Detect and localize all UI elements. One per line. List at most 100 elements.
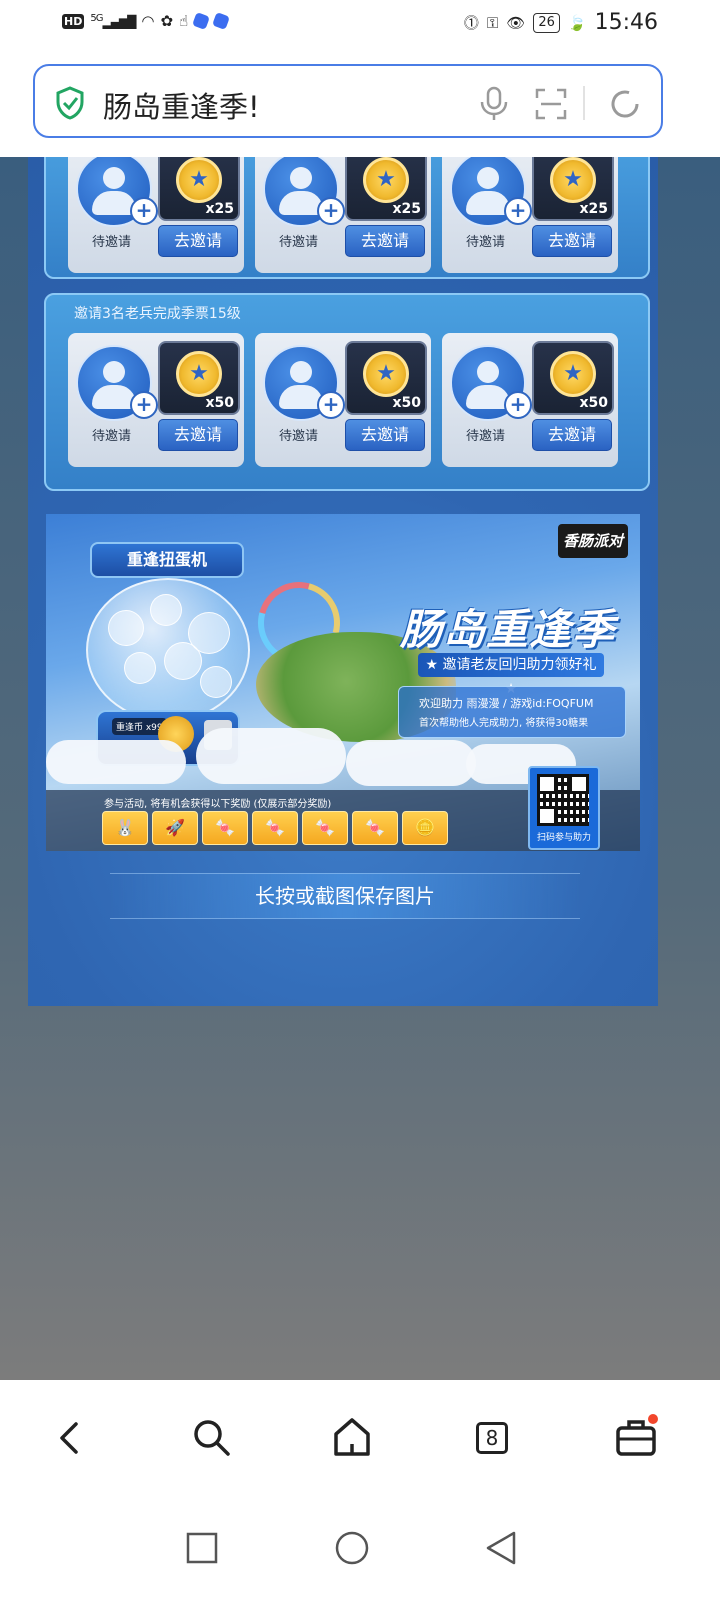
star-coin-icon: ★ — [363, 351, 409, 397]
invite-button[interactable]: 去邀请 — [532, 419, 612, 451]
qr-label: 扫码参与助力 — [536, 833, 591, 843]
helper-line: 欢迎助力 雨漫漫 / 游戏id:FOQFUM — [419, 697, 594, 710]
invite-button[interactable]: 去邀请 — [158, 419, 238, 451]
reward-quantity: x50 — [579, 395, 608, 411]
invite-status: 待邀请 — [92, 235, 132, 250]
divider — [583, 86, 585, 120]
save-image-hint: 长按或截图保存图片 — [110, 873, 580, 919]
reward-icon: 🍬 — [265, 818, 285, 837]
cloud — [346, 740, 476, 786]
invite-button[interactable]: 去邀请 — [345, 225, 425, 257]
reward-icon: 🚀 — [165, 818, 185, 837]
star-coin-icon: ★ — [176, 351, 222, 397]
reward-thumbnail: 🍬 — [202, 811, 248, 845]
invite-card: + ★ x50 待邀请 去邀请 — [68, 333, 244, 467]
status-left: HD 5G▂▄▆█ ◠ ✿ ☝ — [62, 12, 231, 30]
toolbox-button[interactable] — [610, 1412, 662, 1464]
wifi-icon: ◠ — [141, 12, 155, 30]
reward-item: ★ x25 — [532, 157, 614, 221]
back-nav-icon[interactable] — [482, 1528, 522, 1568]
invite-card: + ★ x50 待邀请 去邀请 — [442, 333, 618, 467]
star-coin-icon: ★ — [550, 351, 596, 397]
invite-card: + ★ x25 待邀请 去邀请 — [442, 157, 618, 273]
tabs-button[interactable]: 8 — [468, 1412, 520, 1464]
avatar: + — [263, 345, 345, 421]
qr-code — [537, 774, 589, 826]
invite-card: + ★ x25 待邀请 去邀请 — [68, 157, 244, 273]
reward-thumbnail: 🍬 — [302, 811, 348, 845]
reward-item: ★ x50 — [345, 341, 427, 415]
browser-toolbar: 8 — [0, 1380, 720, 1500]
invite-button[interactable]: 去邀请 — [532, 225, 612, 257]
invite-button[interactable]: 去邀请 — [345, 419, 425, 451]
star-coin-icon: ★ — [550, 157, 596, 203]
app-notification-icon — [192, 12, 211, 30]
helper-info: 欢迎助力 雨漫漫 / 游戏id:FOQFUM 首次帮助他人完成助力, 将获得30… — [398, 686, 626, 738]
reward-icon: 🍬 — [215, 818, 235, 837]
invite-status: 待邀请 — [466, 235, 506, 250]
reward-icon: 🐰 — [115, 818, 135, 837]
cloud — [196, 728, 346, 784]
reward-icon: 🍬 — [315, 818, 335, 837]
cellular-signal-icon: 5G▂▄▆█ — [90, 13, 136, 29]
invite-status: 待邀请 — [92, 429, 132, 444]
invite-button[interactable]: 去邀请 — [158, 225, 238, 257]
home-nav-icon[interactable] — [332, 1528, 372, 1568]
task-section: 邀请3名老兵完成季票15级 + ★ x50 待邀请 去邀请 + ★ x50 待邀请 … — [44, 293, 650, 491]
page-title[interactable]: 肠岛重逢季! — [103, 84, 260, 126]
share-poster[interactable]: 香肠派对 重逢扭蛋机 重逢币 x99 肠岛重逢季 ★ 邀请老友回归助力领好礼 欢… — [46, 514, 640, 851]
poster-title: 肠岛重逢季 — [400, 605, 616, 654]
invite-status: 待邀请 — [466, 429, 506, 444]
cloud — [46, 740, 186, 784]
recents-icon[interactable] — [182, 1528, 222, 1568]
hd-icon: HD — [62, 13, 85, 29]
status-right: ⓵ ⚿ 👁 26 🍃 15:46 — [464, 10, 658, 35]
microphone-icon[interactable] — [477, 86, 511, 122]
reward-thumbnail: 🚀 — [152, 811, 198, 845]
reward-item: ★ x25 — [345, 157, 427, 221]
avatar: + — [450, 345, 532, 421]
key-icon: ⚿ — [486, 13, 499, 32]
helper-reward-line: 首次帮助他人完成助力, 将获得30糖果 — [419, 718, 589, 729]
reward-thumbnail: 🐰 — [102, 811, 148, 845]
reload-icon[interactable] — [607, 86, 643, 122]
shield-check-icon — [56, 86, 84, 120]
back-icon[interactable] — [44, 1412, 96, 1464]
reward-quantity: x25 — [579, 201, 608, 217]
reward-item: ★ x50 — [532, 341, 614, 415]
leaf-icon: 🍃 — [567, 13, 587, 32]
touch-icon: ☝ — [179, 12, 189, 30]
app-notification-icon: ✿ — [160, 12, 174, 30]
star-coin-icon: ★ — [363, 157, 409, 203]
gacha-globe — [86, 578, 250, 722]
task-section: + ★ x25 待邀请 去邀请 + ★ x25 待邀请 去邀请 + ★ x25 待邀请… — [44, 157, 650, 279]
plus-icon: + — [317, 197, 345, 225]
clock: 15:46 — [594, 10, 658, 35]
sim-icon: ⓵ — [463, 14, 479, 32]
reward-icon: 🪙 — [415, 818, 435, 837]
reward-quantity: x25 — [205, 201, 234, 217]
reward-quantity: x50 — [205, 395, 234, 411]
avatar: + — [76, 157, 158, 227]
plus-icon: + — [130, 391, 158, 419]
reward-caption: 参与活动, 将有机会获得以下奖励 (仅展示部分奖励) — [104, 799, 332, 810]
invite-status: 待邀请 — [279, 235, 319, 250]
invite-status: 待邀请 — [279, 429, 319, 444]
qr-code-card: 扫码参与助力 — [528, 766, 600, 850]
reward-item: ★ x50 — [158, 341, 240, 415]
address-bar[interactable]: 肠岛重逢季! — [33, 64, 663, 138]
scan-icon[interactable] — [535, 88, 567, 120]
reward-item: ★ x25 — [158, 157, 240, 221]
plus-icon: + — [504, 197, 532, 225]
avatar: + — [76, 345, 158, 421]
tab-count: 8 — [476, 1422, 508, 1454]
home-icon[interactable] — [326, 1412, 378, 1464]
search-icon[interactable] — [186, 1412, 238, 1464]
avatar: + — [263, 157, 345, 227]
plus-icon: + — [504, 391, 532, 419]
web-content: + ★ x25 待邀请 去邀请 + ★ x25 待邀请 去邀请 + ★ x25 待邀请… — [0, 157, 720, 1380]
plus-icon: + — [317, 391, 345, 419]
reward-icon: 🍬 — [365, 818, 385, 837]
battery-indicator: 26 — [533, 12, 560, 33]
eye-icon: 👁 — [506, 13, 526, 32]
